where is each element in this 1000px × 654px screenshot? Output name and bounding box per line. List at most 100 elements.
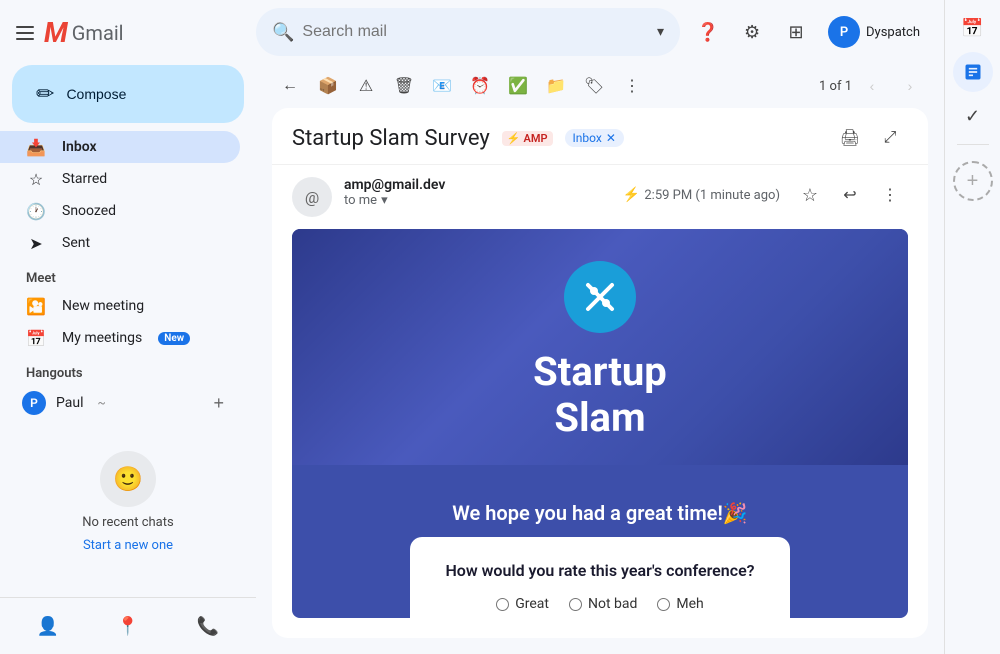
new-meeting-label: New meeting (62, 298, 144, 314)
email-meta: amp@gmail.dev to me ▾ (344, 177, 611, 208)
to-me-label: to me (344, 193, 377, 208)
hangout-user-initial: P (30, 396, 38, 410)
gmail-logo: M Gmail (44, 16, 124, 49)
amp-badge-label: AMP (523, 132, 547, 145)
no-chats-icon: 🙂 (100, 451, 156, 507)
option-meh[interactable]: Meh (657, 596, 703, 612)
sidebar-item-inbox-label: Inbox (62, 139, 224, 155)
option-not-bad[interactable]: Not bad (569, 596, 637, 612)
amp-badge: ⚡ AMP (502, 131, 553, 146)
notes-icon (963, 62, 983, 82)
open-new-window-button[interactable]: ⤢ (872, 120, 908, 156)
topbar: 🔍 ▾ ❓ ⚙ ⊞ P Dyspatch (256, 0, 944, 64)
radio-great[interactable] (496, 598, 509, 611)
sender-name: amp@gmail.dev (344, 177, 611, 193)
no-chats-text: No recent chats (82, 515, 173, 530)
more-actions-button[interactable]: ⋮ (614, 68, 650, 104)
location-icon[interactable]: 📍 (108, 606, 148, 646)
search-input[interactable] (302, 23, 649, 41)
label-button[interactable]: 🏷 (576, 68, 612, 104)
survey-options: Great Not bad Meh (442, 596, 758, 612)
sidebar-header: M Gmail (0, 8, 256, 65)
my-meetings-icon: 📅 (26, 329, 46, 348)
sidebar-item-snoozed-label: Snoozed (62, 203, 224, 219)
inbox-badge-remove[interactable]: ✕ (606, 131, 616, 145)
back-button[interactable]: ← (272, 68, 308, 104)
people-icon[interactable]: 👤 (28, 606, 68, 646)
archive-button[interactable]: 📦 (310, 68, 346, 104)
account-name: Dyspatch (866, 25, 920, 40)
sidebar: M Gmail ✏ Compose 📥 Inbox ☆ Starred 🕐 Sn… (0, 0, 256, 654)
account-initial: P (840, 25, 848, 40)
new-meeting-icon: 🎦 (26, 297, 46, 316)
done-button[interactable]: ✅ (500, 68, 536, 104)
no-chats-area: 🙂 No recent chats Start a new one (0, 421, 256, 569)
sidebar-item-starred-label: Starred (62, 171, 224, 187)
tasks-panel-button[interactable]: ✓ (953, 96, 993, 136)
gmail-label: Gmail (72, 21, 124, 45)
option-not-bad-label: Not bad (588, 596, 637, 612)
radio-not-bad[interactable] (569, 598, 582, 611)
start-new-chat-link[interactable]: Start a new one (83, 538, 173, 553)
hangout-user-name: Paul (56, 395, 84, 411)
radio-meh[interactable] (657, 598, 670, 611)
email-lightning-icon: ⚡ (623, 187, 640, 203)
calendar-panel-button[interactable]: 📅 (953, 8, 993, 48)
option-great[interactable]: Great (496, 596, 549, 612)
phone-icon[interactable]: 📞 (188, 606, 228, 646)
amp-hero-section: Startup Slam (292, 229, 908, 465)
prev-email-button[interactable]: ‹ (854, 68, 890, 104)
star-button[interactable]: ☆ (792, 177, 828, 213)
startup-logo-icon (580, 277, 620, 317)
page-count: 1 of 1 (819, 79, 852, 94)
move-to-button[interactable]: 📁 (538, 68, 574, 104)
sidebar-item-snoozed[interactable]: 🕐 Snoozed (0, 195, 240, 227)
reply-button[interactable]: ↩ (832, 177, 868, 213)
print-button[interactable]: 🖨 (832, 120, 868, 156)
sidebar-item-inbox[interactable]: 📥 Inbox (0, 131, 240, 163)
hangout-user-paul[interactable]: P Paul ~ + (0, 385, 256, 421)
help-button[interactable]: ❓ (688, 12, 728, 52)
amp-email-body: Startup Slam We hope you had a great tim… (292, 229, 908, 618)
option-meh-label: Meh (676, 596, 703, 612)
report-spam-button[interactable]: ⚠ (348, 68, 384, 104)
search-bar: 🔍 ▾ (256, 8, 680, 56)
inbox-badge: Inbox ✕ (565, 129, 624, 147)
notes-panel-button[interactable] (953, 52, 993, 92)
next-email-button[interactable]: › (892, 68, 928, 104)
startup-slam-logo (564, 261, 636, 333)
hangouts-section-label: Hangouts (0, 354, 256, 385)
sidebar-item-starred[interactable]: ☆ Starred (0, 163, 240, 195)
subject-actions: 🖨 ⤢ (832, 120, 908, 156)
email-content: Startup Slam Survey ⚡ AMP Inbox ✕ 🖨 ⤢ @ … (272, 108, 928, 638)
compose-button[interactable]: ✏ Compose (12, 65, 244, 123)
to-me-dropdown[interactable]: ▾ (381, 193, 388, 208)
inbox-badge-label: Inbox (573, 131, 602, 145)
mark-unread-button[interactable]: 📧 (424, 68, 460, 104)
sent-icon: ➤ (26, 234, 46, 253)
search-icon: 🔍 (272, 22, 294, 43)
survey-question: How would you rate this year's conferenc… (442, 561, 758, 580)
my-meetings-label: My meetings (62, 330, 142, 346)
sidebar-item-sent[interactable]: ➤ Sent (0, 227, 240, 259)
add-hangout-user-button[interactable]: + (213, 393, 240, 414)
hangout-user-status: ~ (98, 396, 106, 410)
add-panel-button[interactable]: + (953, 161, 993, 201)
settings-button[interactable]: ⚙ (732, 12, 772, 52)
email-actions: ⚡ 2:59 PM (1 minute ago) ☆ ↩ ⋮ (623, 177, 908, 213)
gmail-m-icon: M (44, 16, 68, 49)
account-badge[interactable]: P Dyspatch (820, 12, 928, 52)
delete-button[interactable]: 🗑 (386, 68, 422, 104)
search-dropdown-icon[interactable]: ▾ (657, 24, 664, 40)
email-more-button[interactable]: ⋮ (872, 177, 908, 213)
hamburger-menu[interactable] (16, 26, 34, 40)
apps-button[interactable]: ⊞ (776, 12, 816, 52)
snooze-button[interactable]: ⏰ (462, 68, 498, 104)
amp-tagline: We hope you had a great time!🎉 (432, 485, 767, 537)
sidebar-item-sent-label: Sent (62, 235, 224, 251)
sidebar-item-new-meeting[interactable]: 🎦 New meeting (0, 290, 256, 322)
snoozed-icon: 🕐 (26, 202, 46, 221)
email-subject-bar: Startup Slam Survey ⚡ AMP Inbox ✕ 🖨 ⤢ (272, 108, 928, 165)
sidebar-item-my-meetings[interactable]: 📅 My meetings New (0, 322, 256, 354)
main-content: 🔍 ▾ ❓ ⚙ ⊞ P Dyspatch ← 📦 ⚠ 🗑 📧 ⏰ ✅ 📁 🏷 ⋮ (256, 0, 944, 654)
